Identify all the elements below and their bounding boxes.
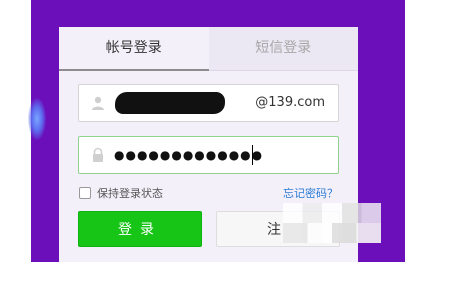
remember-checkbox[interactable] <box>79 187 91 199</box>
text-caret <box>252 145 253 165</box>
background-glow <box>28 98 46 140</box>
remember-login[interactable]: 保持登录状态 <box>79 185 163 201</box>
tab-account-login[interactable]: 帐号登录 <box>59 27 209 71</box>
remember-label: 保持登录状态 <box>97 187 163 200</box>
redacted-username <box>115 92 225 114</box>
account-field[interactable]: @139.com <box>78 84 339 122</box>
pixelated-overlay <box>283 203 381 243</box>
email-domain-suffix: @139.com <box>255 95 325 110</box>
forgot-password-link[interactable]: 忘记密码？ <box>283 185 338 201</box>
password-field[interactable]: ●●●●●●●●●●●●● <box>78 136 339 174</box>
user-icon <box>92 96 104 110</box>
lock-icon <box>93 147 103 162</box>
login-tabs: 帐号登录 短信登录 <box>59 27 358 71</box>
tab-sms-login[interactable]: 短信登录 <box>208 27 358 71</box>
password-masked-value: ●●●●●●●●●●●●● <box>114 148 264 162</box>
login-button[interactable]: 登录 <box>78 211 202 247</box>
